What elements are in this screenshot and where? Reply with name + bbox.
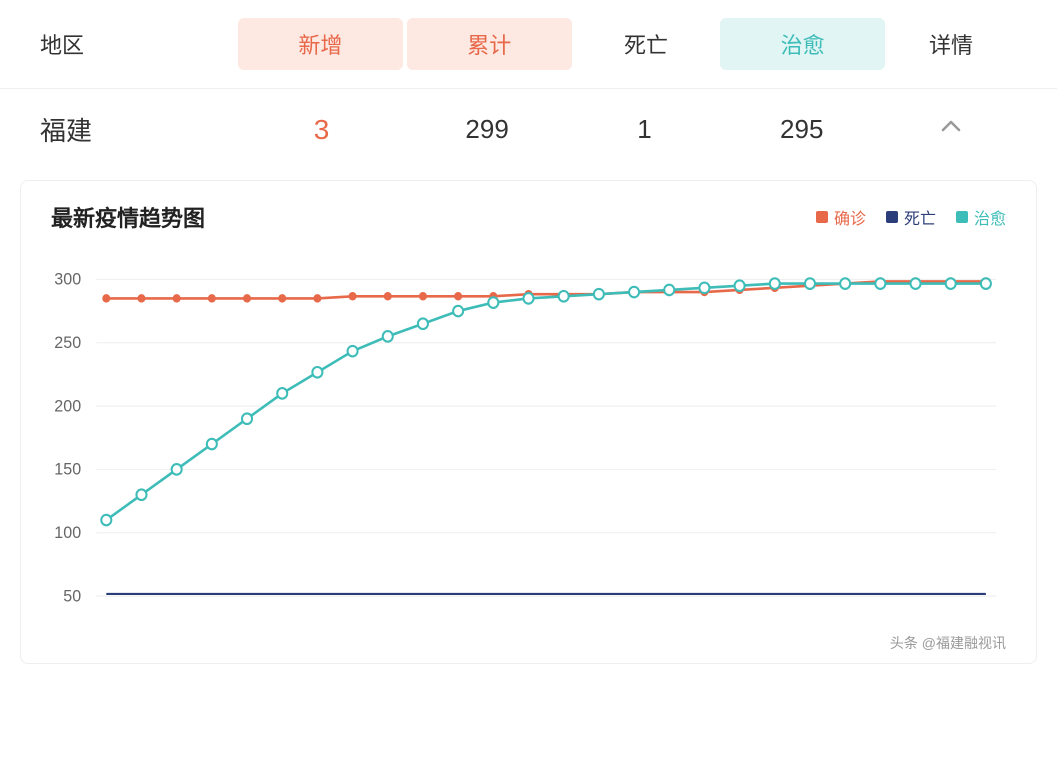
watermark: 头条 @福建融视讯 xyxy=(890,633,1006,653)
svg-text:250: 250 xyxy=(54,334,81,352)
confirmed-dot xyxy=(816,211,828,223)
svg-text:200: 200 xyxy=(54,397,81,415)
svg-text:100: 100 xyxy=(54,524,81,542)
table-header: 地区 新增 累计 死亡 治愈 详情 xyxy=(0,0,1057,89)
cell-total: 299 xyxy=(404,114,570,145)
chart-svg: 300 250 200 150 100 50 xyxy=(51,253,1006,633)
legend-recovered-label: 治愈 xyxy=(974,205,1006,229)
legend-deaths-label: 死亡 xyxy=(904,205,936,229)
legend-confirmed-label: 确诊 xyxy=(834,205,866,229)
legend-confirmed: 确诊 xyxy=(816,205,866,229)
svg-text:150: 150 xyxy=(54,460,81,478)
cell-new-cases: 3 xyxy=(239,114,405,146)
header-recovered: 治愈 xyxy=(720,18,885,70)
deaths-dot xyxy=(886,211,898,223)
header-region: 地区 xyxy=(40,28,238,60)
recovered-line xyxy=(106,284,986,520)
chart-legend: 确诊 死亡 治愈 xyxy=(816,205,1006,229)
svg-text:50: 50 xyxy=(63,587,81,605)
legend-deaths: 死亡 xyxy=(886,205,936,229)
header-deaths: 死亡 xyxy=(572,18,720,70)
data-row-fujian: 福建 3 299 1 295 xyxy=(0,89,1057,170)
chart-header: 最新疫情趋势图 确诊 死亡 治愈 xyxy=(51,201,1006,233)
chevron-up-icon xyxy=(939,114,963,138)
svg-text:300: 300 xyxy=(54,270,81,288)
header-new-cases: 新增 xyxy=(238,18,403,70)
chart-container: 最新疫情趋势图 确诊 死亡 治愈 300 250 200 150 100 50 xyxy=(20,180,1037,664)
recovered-dot xyxy=(956,211,968,223)
cell-region: 福建 xyxy=(40,111,239,148)
chart-area: 300 250 200 150 100 50 xyxy=(51,253,1006,633)
header-detail: 详情 xyxy=(885,18,1017,70)
chart-title: 最新疫情趋势图 xyxy=(51,201,816,233)
legend-recovered: 治愈 xyxy=(956,205,1006,229)
cell-detail[interactable] xyxy=(885,114,1017,145)
cell-deaths: 1 xyxy=(570,114,719,145)
cell-recovered: 295 xyxy=(719,114,885,145)
header-total: 累计 xyxy=(407,18,572,70)
